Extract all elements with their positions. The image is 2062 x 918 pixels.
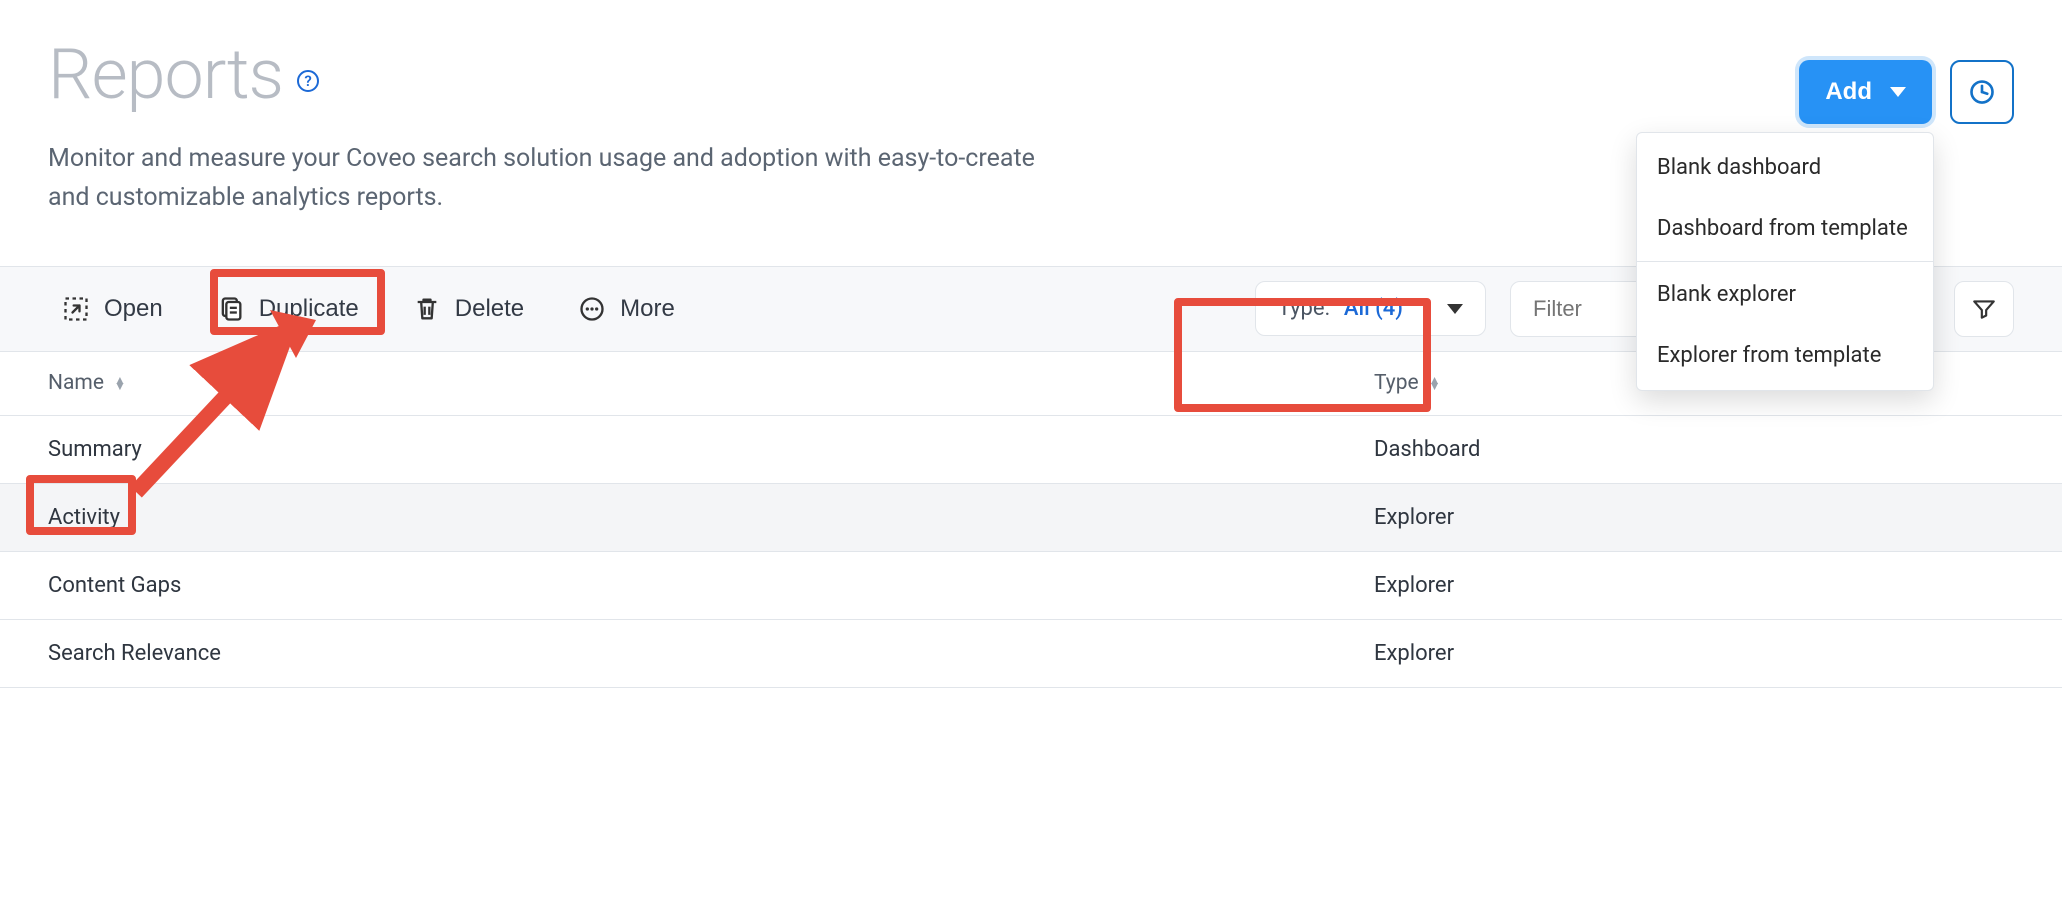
sort-icon: ▲▼: [1429, 377, 1441, 389]
clock-icon: [1968, 78, 1996, 106]
type-filter-value: All (4): [1344, 296, 1403, 321]
table-row[interactable]: Activity Explorer: [0, 484, 2062, 552]
type-filter-dropdown[interactable]: Type: All (4): [1255, 281, 1486, 336]
duplicate-label: Duplicate: [259, 295, 359, 323]
reports-page: Reports ? Monitor and measure your Coveo…: [0, 0, 2062, 688]
add-menu-blank-dashboard[interactable]: Blank dashboard: [1637, 137, 1933, 198]
chevron-down-icon: [1890, 87, 1906, 97]
column-header-name-label: Name: [48, 371, 104, 395]
title-and-subtitle: Reports ? Monitor and measure your Coveo…: [48, 40, 1048, 218]
help-icon[interactable]: ?: [297, 70, 319, 92]
sort-icon: ▲▼: [114, 377, 126, 389]
add-menu-dashboard-from-template[interactable]: Dashboard from template: [1637, 198, 1933, 259]
type-filter-label: Type:: [1278, 296, 1330, 321]
column-header-name[interactable]: Name ▲▼: [48, 371, 1374, 395]
cell-type: Explorer: [1374, 573, 2014, 598]
duplicate-button[interactable]: Duplicate: [203, 285, 373, 333]
history-button[interactable]: [1950, 60, 2014, 124]
open-label: Open: [104, 295, 163, 323]
title-wrap: Reports ?: [48, 40, 1048, 110]
column-header-type-label: Type: [1374, 371, 1419, 395]
funnel-icon: [1971, 296, 1997, 322]
add-button-label: Add: [1825, 78, 1872, 106]
delete-label: Delete: [455, 295, 524, 323]
table-row[interactable]: Content Gaps Explorer: [0, 552, 2062, 620]
header-actions: Add Blank dashboard Dashboard from templ…: [1799, 60, 2014, 124]
cell-name: Summary: [48, 437, 1374, 462]
table-row[interactable]: Summary Dashboard: [0, 416, 2062, 484]
page-subtitle: Monitor and measure your Coveo search so…: [48, 140, 1048, 218]
chevron-down-icon: [1447, 304, 1463, 314]
page-title: Reports: [48, 40, 283, 110]
cell-type: Explorer: [1374, 641, 2014, 666]
advanced-filter-button[interactable]: [1954, 281, 2014, 337]
page-header: Reports ? Monitor and measure your Coveo…: [48, 40, 2014, 218]
more-button[interactable]: More: [564, 285, 689, 333]
reports-table: Name ▲▼ Type ▲▼ Summary Dashboard Activi…: [0, 352, 2062, 688]
cell-type: Explorer: [1374, 505, 2014, 530]
duplicate-icon: [217, 295, 245, 323]
more-label: More: [620, 295, 675, 323]
cell-name: Content Gaps: [48, 573, 1374, 598]
delete-button[interactable]: Delete: [399, 285, 538, 333]
cell-name: Search Relevance: [48, 641, 1374, 666]
table-row[interactable]: Search Relevance Explorer: [0, 620, 2062, 688]
add-button[interactable]: Add: [1799, 60, 1932, 124]
add-dropdown: Blank dashboard Dashboard from template …: [1636, 132, 1934, 391]
trash-icon: [413, 295, 441, 323]
open-button[interactable]: Open: [48, 285, 177, 333]
cell-type: Dashboard: [1374, 437, 2014, 462]
more-icon: [578, 295, 606, 323]
add-menu-blank-explorer[interactable]: Blank explorer: [1637, 264, 1933, 325]
menu-separator: [1637, 261, 1933, 262]
toolbar-left: Open Duplicate Delete More: [48, 285, 689, 333]
cell-name: Activity: [48, 505, 1374, 530]
add-menu-explorer-from-template[interactable]: Explorer from template: [1637, 325, 1933, 386]
open-icon: [62, 295, 90, 323]
